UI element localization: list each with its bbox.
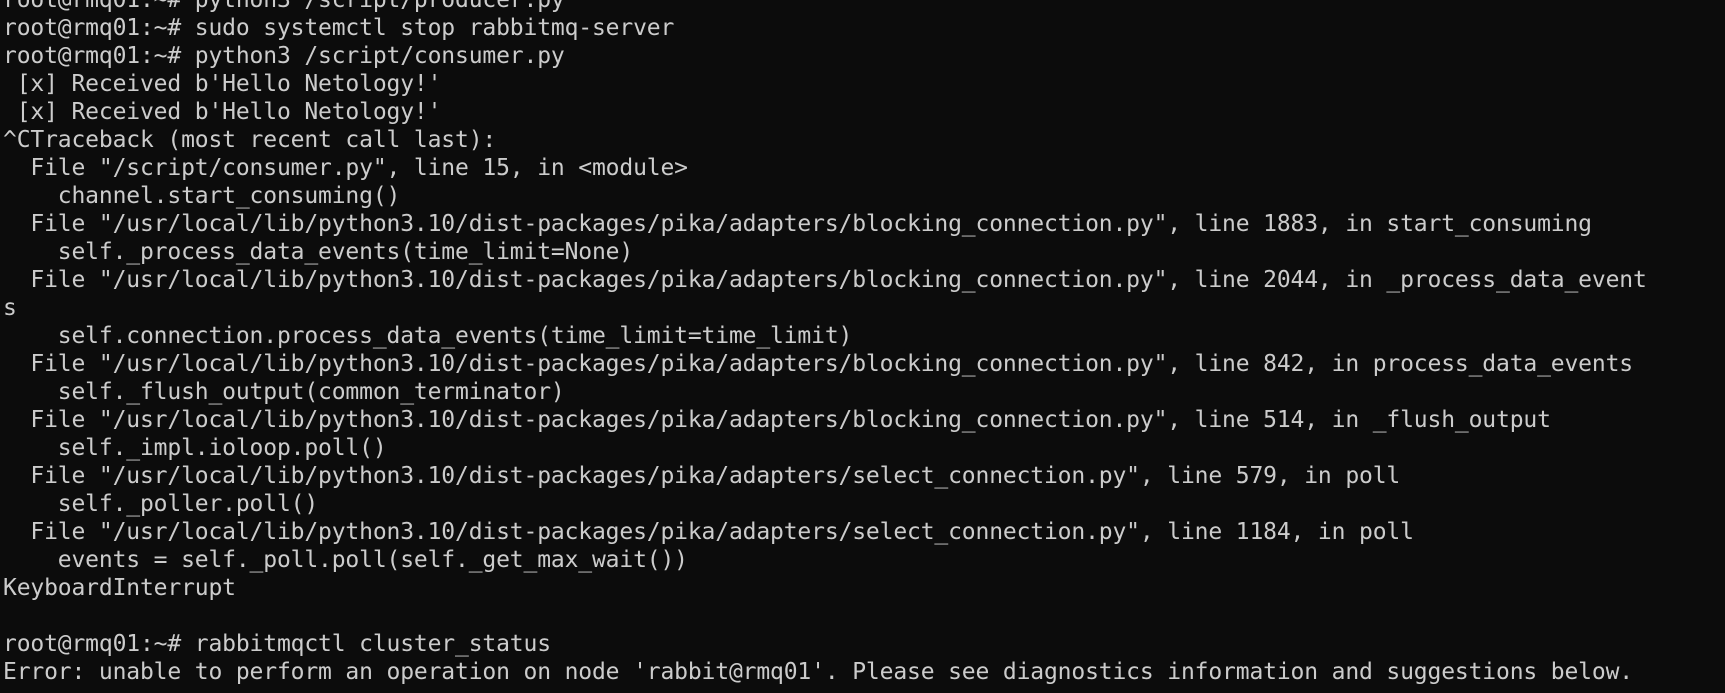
terminal-line: KeyboardInterrupt: [3, 575, 236, 601]
terminal-line: File "/usr/local/lib/python3.10/dist-pac…: [3, 463, 1401, 489]
terminal-line: File "/usr/local/lib/python3.10/dist-pac…: [3, 267, 1647, 293]
terminal-line: channel.start_consuming(): [3, 183, 401, 209]
terminal-line: events = self._poll.poll(self._get_max_w…: [3, 547, 688, 573]
terminal-line: File "/usr/local/lib/python3.10/dist-pac…: [3, 519, 1414, 545]
terminal-line: [x] Received b'Hello Netology!': [3, 99, 442, 125]
terminal-line: root@rmq01:~# rabbitmqctl cluster_status: [3, 631, 551, 657]
terminal-output[interactable]: root@rmq01:~# python3 /script/producer.p…: [3, 0, 1721, 686]
terminal-line: root@rmq01:~# sudo systemctl stop rabbit…: [3, 15, 675, 41]
terminal-line: self._impl.ioloop.poll(): [3, 435, 387, 461]
terminal-line: [x] Received b'Hello Netology!': [3, 71, 442, 97]
terminal-line: File "/usr/local/lib/python3.10/dist-pac…: [3, 211, 1592, 237]
terminal-line: root@rmq01:~# python3 /script/consumer.p…: [3, 43, 565, 69]
terminal-line: Error: unable to perform an operation on…: [3, 659, 1633, 685]
terminal-line: File "/script/consumer.py", line 15, in …: [3, 155, 688, 181]
terminal-line: File "/usr/local/lib/python3.10/dist-pac…: [3, 351, 1633, 377]
terminal-line: self._poller.poll(): [3, 491, 319, 517]
terminal-line: s: [3, 295, 17, 321]
terminal-line: self.connection.process_data_events(time…: [3, 323, 853, 349]
terminal-line: root@rmq01:~# python3 /script/producer.p…: [3, 0, 565, 13]
terminal-line: self._flush_output(common_terminator): [3, 379, 565, 405]
terminal-window[interactable]: root@rmq01:~# python3 /script/producer.p…: [0, 0, 1725, 693]
terminal-line: self._process_data_events(time_limit=Non…: [3, 239, 634, 265]
terminal-line: ^CTraceback (most recent call last):: [3, 127, 497, 153]
terminal-line: File "/usr/local/lib/python3.10/dist-pac…: [3, 407, 1551, 433]
